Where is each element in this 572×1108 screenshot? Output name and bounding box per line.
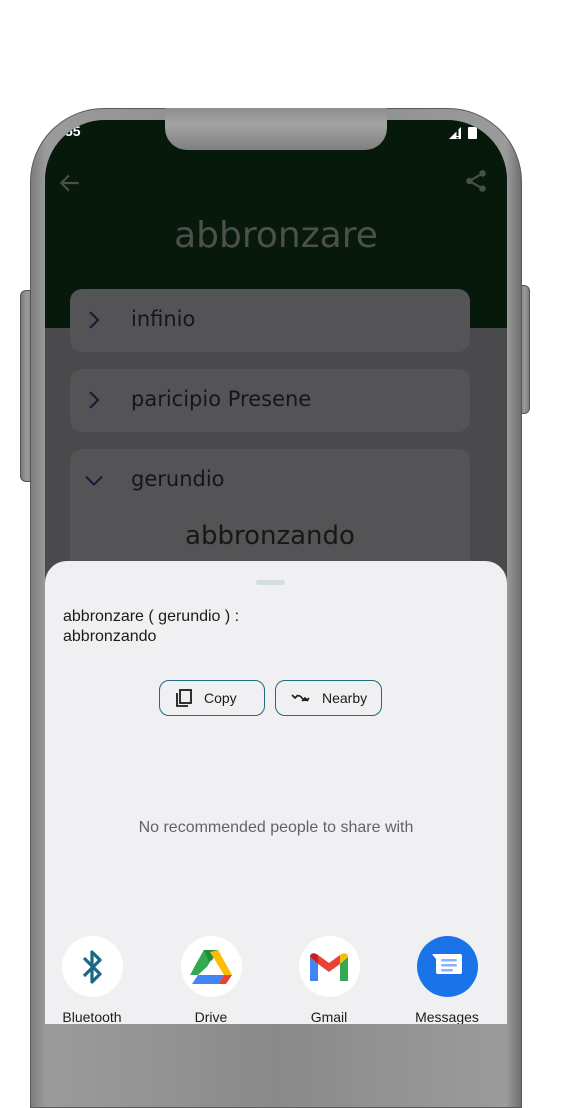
share-target-messages[interactable]: Messages: [402, 936, 492, 1024]
share-preview-text: abbronzare ( gerundio ) : abbronzando: [63, 608, 240, 645]
share-target-label: Bluetooth: [62, 1009, 122, 1024]
nearby-label: Nearby: [322, 690, 368, 706]
drag-handle[interactable]: [256, 580, 285, 585]
section-infinio[interactable]: infinio: [70, 289, 470, 352]
share-target-label: Messages: [415, 1009, 479, 1024]
google-drive-icon: [190, 949, 232, 984]
gmail-icon: [310, 952, 348, 981]
share-target-bluetooth[interactable]: Bluetooth: [47, 936, 137, 1024]
back-arrow-icon[interactable]: [57, 170, 83, 196]
messages-icon: [432, 953, 462, 974]
copy-label: Copy: [204, 690, 237, 706]
bluetooth-icon: [82, 949, 102, 984]
chevron-right-icon: [89, 311, 100, 329]
section-value: abbronzando: [185, 521, 355, 551]
share-target-gmail[interactable]: Gmail: [284, 936, 374, 1024]
share-icon[interactable]: [463, 168, 489, 194]
section-label: infinio: [131, 307, 196, 331]
share-target-label: Drive: [194, 1009, 228, 1024]
section-participio-presente[interactable]: paricipio Presene: [70, 369, 470, 432]
chevron-right-icon: [89, 391, 100, 409]
battery-icon: [468, 127, 477, 139]
share-sheet: abbronzare ( gerundio ) : abbronzando Co…: [45, 561, 507, 1024]
section-label: gerundio: [131, 467, 225, 491]
copy-icon: [176, 689, 192, 707]
phone-notch: [165, 108, 387, 150]
phone-screen: 55 abbronzare infinio paricipio Presene …: [45, 120, 507, 1024]
nearby-button[interactable]: Nearby: [275, 680, 382, 716]
section-label: paricipio Presene: [131, 387, 312, 411]
no-recommended-people-text: No recommended people to share with: [138, 819, 414, 836]
page-title: abbronzare: [174, 215, 378, 256]
status-icons: [449, 126, 477, 139]
share-target-label: Gmail: [310, 1009, 348, 1024]
share-target-drive[interactable]: Drive: [166, 936, 256, 1024]
status-time: 55: [65, 123, 81, 139]
copy-button[interactable]: Copy: [159, 680, 265, 716]
chevron-down-icon: [85, 475, 103, 486]
nearby-share-icon: [291, 694, 310, 702]
signal-alert-icon: [449, 126, 461, 139]
